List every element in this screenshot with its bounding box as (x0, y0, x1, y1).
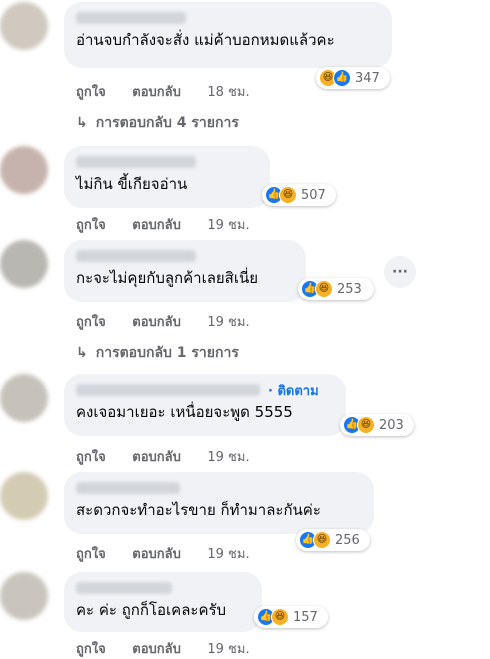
comment-text: สะดวกจะทำอะไรขาย ก็ทำมาละกันค่ะ (76, 501, 321, 519)
reaction-summary[interactable]: 👍 😆 507 (262, 184, 336, 206)
comment-actions: ถูกใจ ตอบกลับ 19 ชม. (76, 543, 272, 564)
comment-bubble: ไม่กิน ขี้เกียจอ่าน (64, 146, 270, 208)
author-name-blurred[interactable] (76, 12, 186, 24)
like-button[interactable]: ถูกใจ (76, 642, 106, 657)
comment-actions: ถูกใจ ตอบกลับ 19 ชม. (76, 446, 272, 467)
timestamp[interactable]: 19 ชม. (207, 642, 249, 657)
reaction-summary[interactable]: 👍 😆 157 (254, 606, 328, 628)
like-reaction-icon: 👍 (333, 69, 351, 87)
like-button[interactable]: ถูกใจ (76, 450, 106, 465)
avatar[interactable] (0, 374, 48, 422)
reply-button[interactable]: ตอบกลับ (132, 218, 181, 233)
timestamp[interactable]: 19 ชม. (207, 315, 249, 330)
reply-arrow-icon: ↳ (76, 345, 88, 361)
reaction-count: 347 (355, 70, 380, 86)
author-name-blurred[interactable] (76, 384, 260, 396)
comment-bubble: คะ ค่ะ ถูกก็โอเคละครับ (64, 572, 262, 632)
comment-bubble: อ่านจบกำลังจะสั่ง แม่ค้าบอกหมดแล้วคะ (64, 2, 392, 68)
follow-link[interactable]: · ติดตาม (268, 380, 319, 401)
reaction-summary[interactable]: 👍 😆 256 (296, 529, 370, 551)
avatar[interactable] (0, 240, 48, 288)
more-options-button[interactable]: ··· (384, 256, 416, 288)
comment-text: ไม่กิน ขี้เกียจอ่าน (76, 175, 188, 193)
timestamp[interactable]: 18 ชม. (207, 85, 249, 100)
avatar[interactable] (0, 2, 48, 50)
timestamp[interactable]: 19 ชม. (207, 218, 249, 233)
reaction-summary[interactable]: 👍 😆 203 (340, 414, 414, 436)
like-button[interactable]: ถูกใจ (76, 547, 106, 562)
comment-actions: ถูกใจ ตอบกลับ 18 ชม. (76, 81, 272, 102)
reaction-count: 157 (293, 609, 318, 625)
author-name-blurred[interactable] (76, 482, 180, 494)
comment-bubble: สะดวกจะทำอะไรขาย ก็ทำมาละกันค่ะ (64, 472, 374, 534)
comment-text: กะจะไม่คุยกับลูกค้าเลยสิเนี่ย (76, 269, 259, 287)
haha-reaction-icon: 😆 (357, 416, 375, 434)
comment-actions: ถูกใจ ตอบกลับ 19 ชม. (76, 638, 272, 659)
haha-reaction-icon: 😆 (279, 186, 297, 204)
haha-reaction-icon: 😆 (271, 608, 289, 626)
avatar[interactable] (0, 572, 48, 620)
avatar[interactable] (0, 472, 48, 520)
timestamp[interactable]: 19 ชม. (207, 547, 249, 562)
avatar[interactable] (0, 146, 48, 194)
reaction-count: 203 (379, 417, 404, 433)
like-button[interactable]: ถูกใจ (76, 315, 106, 330)
comment-actions: ถูกใจ ตอบกลับ 19 ชม. (76, 214, 272, 235)
reply-button[interactable]: ตอบกลับ (132, 85, 181, 100)
reaction-count: 253 (337, 281, 362, 297)
author-name-blurred[interactable] (76, 250, 196, 262)
view-replies-link[interactable]: ↳ การตอบกลับ 4 รายการ (76, 112, 239, 134)
like-button[interactable]: ถูกใจ (76, 218, 106, 233)
reaction-count: 507 (301, 187, 326, 203)
author-name-blurred[interactable] (76, 156, 196, 168)
author-name-blurred[interactable] (76, 582, 172, 594)
comment-text: อ่านจบกำลังจะสั่ง แม่ค้าบอกหมดแล้วคะ (76, 31, 335, 49)
comment-text: คะ ค่ะ ถูกก็โอเคละครับ (76, 601, 227, 619)
view-replies-link[interactable]: ↳ การตอบกลับ 1 รายการ (76, 342, 239, 364)
comment-actions: ถูกใจ ตอบกลับ 19 ชม. (76, 311, 272, 332)
replies-count-label: การตอบกลับ 4 รายการ (95, 115, 239, 131)
haha-reaction-icon: 😆 (313, 531, 331, 549)
reply-button[interactable]: ตอบกลับ (132, 642, 181, 657)
reaction-count: 256 (335, 532, 360, 548)
comment-text: คงเจอมาเยอะ เหนื่อยจะพูด 5555 (76, 403, 293, 421)
haha-reaction-icon: 😆 (315, 280, 333, 298)
timestamp[interactable]: 19 ชม. (207, 450, 249, 465)
reaction-summary[interactable]: 👍 😆 253 (298, 278, 374, 300)
reply-arrow-icon: ↳ (76, 115, 88, 131)
reply-button[interactable]: ตอบกลับ (132, 450, 181, 465)
reaction-summary[interactable]: 😆 👍 347 (316, 67, 390, 89)
replies-count-label: การตอบกลับ 1 รายการ (95, 345, 239, 361)
like-button[interactable]: ถูกใจ (76, 85, 106, 100)
reply-button[interactable]: ตอบกลับ (132, 315, 181, 330)
reply-button[interactable]: ตอบกลับ (132, 547, 181, 562)
comment-bubble: กะจะไม่คุยกับลูกค้าเลยสิเนี่ย (64, 240, 306, 302)
